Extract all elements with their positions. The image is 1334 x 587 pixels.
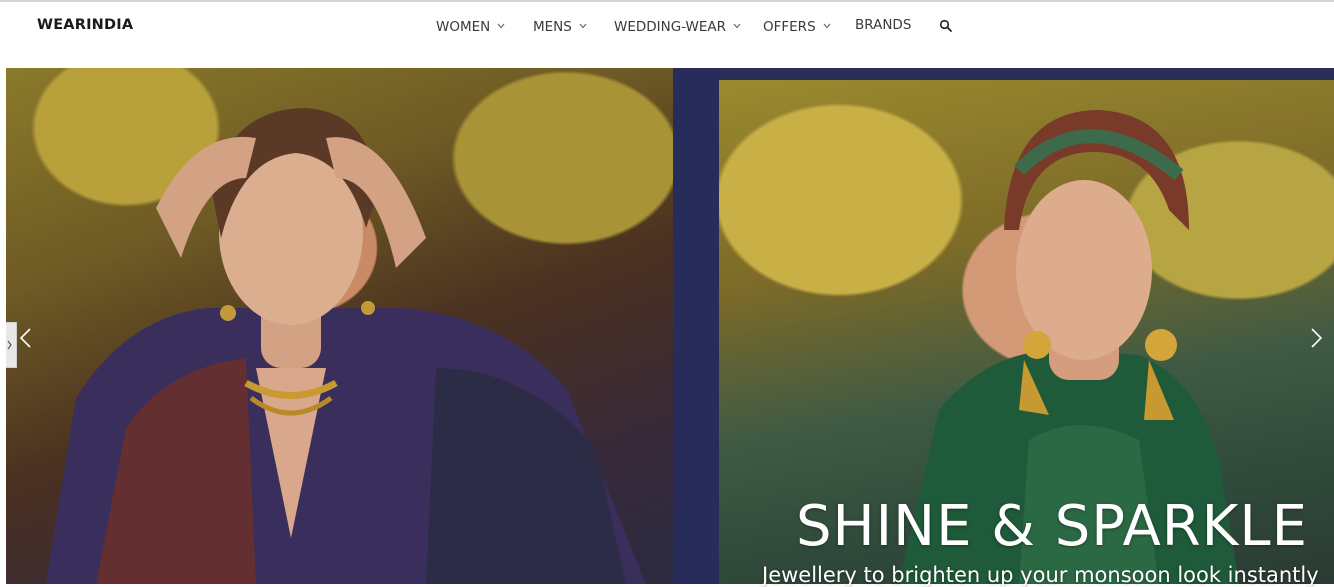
nav-item-label: OFFERS [763,19,816,35]
model-illustration-left [46,108,646,584]
carousel-prev-button[interactable] [16,326,36,350]
site-header: WEARINDIA WOMEN MENS WEDDING-WEAR OFFERS… [0,2,1334,52]
nav-item-mens[interactable]: MENS [533,17,587,35]
chevron-right-icon [1311,328,1323,348]
chevron-down-icon [579,17,587,33]
nav-item-brands[interactable]: BRANDS [855,17,911,33]
site-logo[interactable]: WEARINDIA [37,17,133,33]
nav-item-wedding-wear[interactable]: WEDDING-WEAR [614,17,741,35]
nav-item-label: MENS [533,19,572,35]
nav-item-label: WEDDING-WEAR [614,19,727,35]
nav-item-label: BRANDS [855,17,912,33]
nav-item-women[interactable]: WOMEN [436,17,505,35]
chevron-left-icon [19,328,31,348]
chevron-down-icon [823,17,831,33]
hero-subline: Jewellery to brighten up your monsoon lo… [762,563,1319,587]
nav-item-label: WOMEN [436,19,491,35]
hero-headline: SHINE & SPARKLE [796,494,1308,559]
nav-item-offers[interactable]: OFFERS [763,17,831,35]
chevron-down-icon [497,17,505,33]
panel-divider [673,68,719,584]
search-icon[interactable] [939,19,955,35]
hero-image-left [6,68,673,584]
carousel-next-button[interactable] [1306,326,1326,350]
chevron-down-icon [733,17,741,33]
